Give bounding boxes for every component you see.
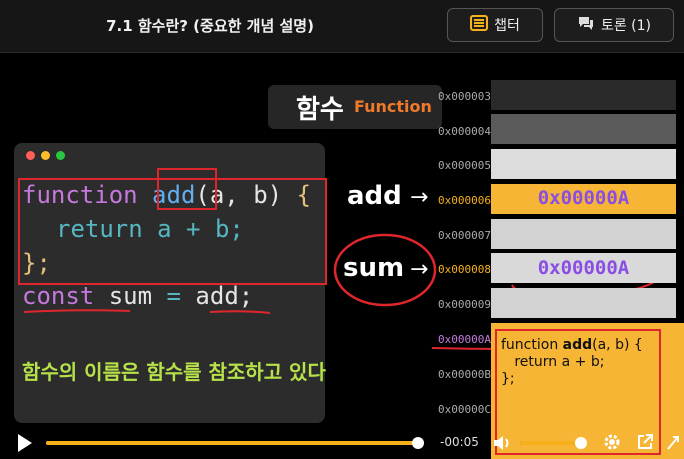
play-icon[interactable] [16, 433, 34, 457]
memory-cell [491, 80, 676, 110]
discussion-button[interactable]: 토론 (1) [554, 8, 674, 42]
address-0x000009: 0x000009 [438, 298, 491, 311]
address-0x000003: 0x000003 [438, 90, 491, 103]
address-0x000007: 0x000007 [438, 229, 491, 242]
memory-value-add: 0x00000A [537, 187, 630, 209]
lecture-title: 7.1 함수란? (중요한 개념 설명) [106, 17, 314, 35]
external-link-icon[interactable] [636, 433, 654, 455]
chapter-label: 챕터 [494, 18, 520, 34]
discussion-label: 토론 (1) [600, 18, 652, 34]
progress-fill [46, 441, 419, 445]
address-0x00000A: 0x00000A [438, 333, 491, 346]
address-0x00000C: 0x00000C [438, 403, 491, 416]
top-bar: 7.1 함수란? (중요한 개념 설명) 챕터 토론 (1) [0, 0, 684, 53]
fullscreen-icon[interactable] [666, 433, 682, 455]
list-icon [470, 15, 489, 35]
gear-icon[interactable] [603, 433, 621, 455]
address-0x000004: 0x000004 [438, 125, 491, 138]
address-0x000008: 0x000008 [438, 263, 491, 276]
memory-cell [491, 149, 676, 179]
chapter-button[interactable]: 챕터 [447, 8, 543, 42]
memory-cell-sum: 0x00000A [491, 253, 676, 283]
address-0x000006: 0x000006 [438, 194, 491, 207]
arrow-add-icon: → [410, 185, 429, 210]
volume-slider[interactable] [520, 437, 587, 449]
address-0x000005: 0x000005 [438, 159, 491, 172]
video-player[interactable]: 함수 Function function add(a, b) { return … [0, 53, 684, 459]
chat-icon [577, 15, 595, 35]
memory-value-sum: 0x00000A [537, 257, 630, 279]
time-remaining: -00:05 [440, 435, 479, 449]
arrow-sum-icon: → [410, 257, 429, 282]
memory-cell [491, 219, 676, 249]
progress-handle[interactable] [412, 437, 425, 449]
volume-handle[interactable] [574, 437, 587, 449]
memory-cell [491, 114, 676, 144]
memory-cell [491, 288, 676, 318]
volume-icon[interactable] [492, 434, 512, 456]
player-controls: -00:05 [0, 427, 684, 459]
slide-caption: 함수의 이름은 함수를 참조하고 있다 [22, 360, 326, 384]
label-sum: sum [343, 253, 405, 283]
address-0x00000B: 0x00000B [438, 368, 491, 381]
progress-bar[interactable] [46, 437, 425, 449]
memory-cell-add: 0x00000A [491, 184, 676, 214]
volume-fill [520, 441, 581, 445]
label-add: add [347, 181, 402, 211]
